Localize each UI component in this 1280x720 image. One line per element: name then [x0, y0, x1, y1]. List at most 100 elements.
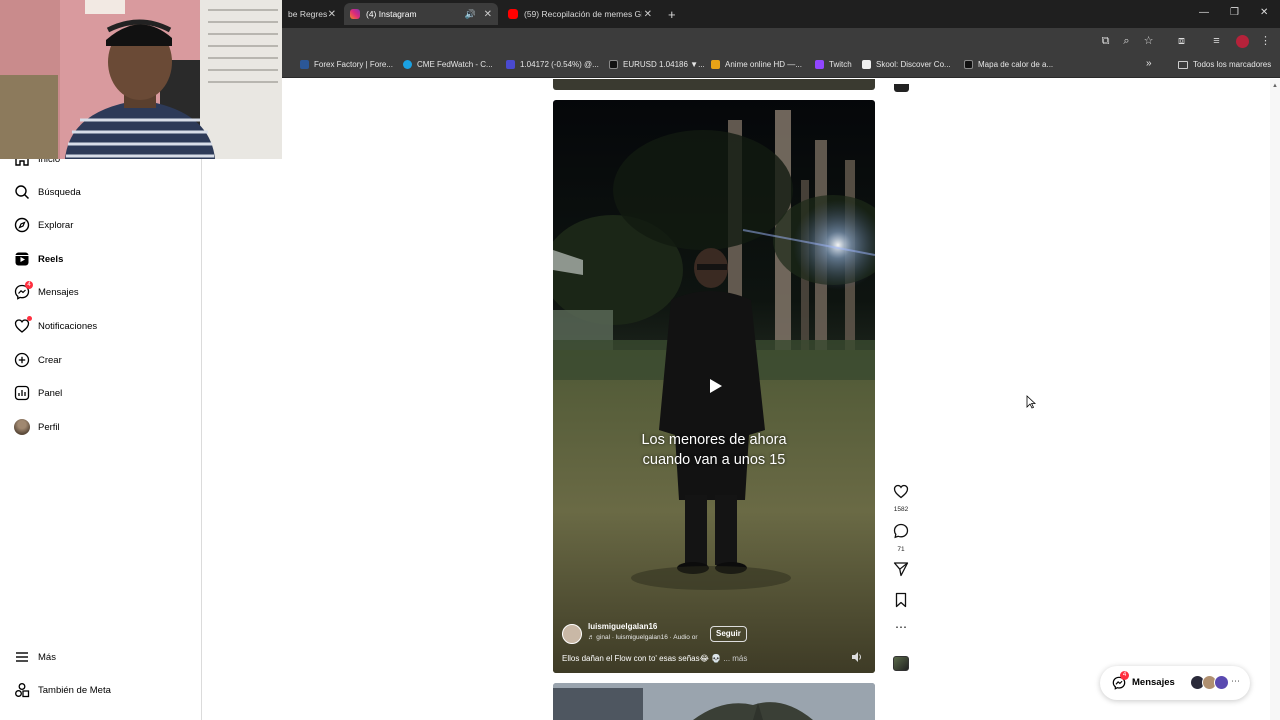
folder-icon [1178, 60, 1188, 69]
speaker-icon[interactable]: 🔊 [465, 9, 476, 20]
author-username[interactable]: luismiguelgalan16 [588, 622, 657, 631]
install-app-icon[interactable]: ⧉ [1099, 35, 1112, 48]
sidebar-item-panel[interactable]: Panel [14, 382, 62, 404]
share-button[interactable] [890, 561, 912, 582]
all-bookmarks-button[interactable]: Todos los marcadores [1178, 60, 1271, 69]
sidebar-item-crear[interactable]: Crear [14, 349, 62, 371]
bookmark-item[interactable]: 1.04172 (-0.54%) @... [506, 60, 599, 69]
heart-icon [14, 316, 32, 334]
media-control-icon[interactable]: ≡ [1210, 35, 1223, 48]
star-icon[interactable]: ☆ [1142, 35, 1155, 48]
search-icon [14, 184, 30, 200]
close-icon[interactable]: ✕ [328, 9, 336, 20]
heart-icon [893, 484, 909, 499]
sidebar-item-label: Más [38, 651, 56, 663]
play-icon [710, 379, 722, 393]
webcam-overlay [0, 0, 282, 159]
sidebar-item-explorar[interactable]: Explorar [14, 214, 73, 236]
tradingview-icon [609, 60, 618, 69]
more-options-button[interactable]: ⋯ [890, 621, 912, 633]
reel-description: Ellos dañan el Flow con to' esas señas😂 … [562, 654, 747, 663]
tab-label: (59) Recopilación de memes GI [524, 9, 642, 19]
reel-video[interactable]: Los menores de ahora cuando van a unos 1… [553, 100, 875, 673]
new-tab-button[interactable]: + [662, 3, 682, 25]
extensions-icon[interactable]: ⧈ [1175, 35, 1188, 48]
chart-icon [506, 60, 515, 69]
follow-button[interactable]: Seguir [710, 626, 747, 642]
kebab-menu-icon[interactable]: ⋮ [1259, 35, 1272, 48]
scroll-up-icon[interactable]: ▲ [1272, 83, 1278, 89]
minimize-icon[interactable]: — [1199, 7, 1209, 18]
bookmark-item[interactable]: Mapa de calor de a... [964, 60, 1053, 69]
bookmarks-overflow-button[interactable]: » [1146, 58, 1152, 69]
save-button[interactable] [890, 592, 912, 613]
bookmark-label: Twitch [829, 60, 852, 69]
previous-reel-edge[interactable] [553, 79, 875, 90]
restore-icon[interactable]: ❐ [1230, 7, 1239, 18]
skool-icon [862, 60, 871, 69]
sidebar-item-tambien-de-meta[interactable]: También de Meta [14, 679, 111, 701]
bookmark-label: Anime online HD —... [725, 60, 802, 69]
sidebar-item-notificaciones[interactable]: Notificaciones [14, 315, 97, 337]
bookmark-item[interactable]: EURUSD 1.04186 ▼... [609, 60, 705, 69]
previous-reel-audio-thumb[interactable] [890, 79, 912, 97]
tab-youtube[interactable]: (59) Recopilación de memes GI ✕ [502, 3, 658, 25]
close-icon[interactable]: ✕ [644, 9, 652, 20]
tab-instagram[interactable]: (4) Instagram 🔊 ✕ [344, 3, 498, 25]
bookmark-item[interactable]: Twitch [815, 60, 852, 69]
sidebar-item-mas[interactable]: Más [14, 646, 56, 668]
sidebar-item-perfil[interactable]: Perfil [14, 416, 60, 438]
tab-label: be Regres [288, 9, 328, 19]
mute-button[interactable] [851, 650, 863, 662]
sidebar: Inicio Búsqueda Explorar Reels 4 Mensaje… [0, 79, 202, 720]
bookmark-label: 1.04172 (-0.54%) @... [520, 60, 599, 69]
window-close-icon[interactable]: ✕ [1260, 7, 1268, 18]
bookmark-item[interactable]: Anime online HD —... [711, 60, 802, 69]
more-link[interactable]: ... más [723, 654, 747, 663]
sidebar-item-busqueda[interactable]: Búsqueda [14, 181, 81, 203]
sidebar-item-label: Notificaciones [38, 320, 98, 332]
chevrons-icon: » [1146, 58, 1152, 69]
next-reel-preview[interactable] [553, 683, 875, 720]
tab-youtube-partial[interactable]: be Regres ✕ [282, 3, 342, 25]
anime-icon [711, 60, 720, 69]
bookmark-item[interactable]: Skool: Discover Co... [862, 60, 951, 69]
menu-icon [14, 649, 30, 665]
play-button[interactable] [707, 378, 723, 394]
notification-dot [27, 316, 32, 321]
messages-pill-button[interactable]: 4 Mensajes ⋯ [1100, 666, 1250, 700]
comment-count: 71 [897, 546, 905, 553]
sidebar-item-label: Reels [38, 253, 64, 265]
bookmark-label: Mapa de calor de a... [978, 60, 1054, 69]
speaker-icon [852, 652, 861, 662]
messenger-icon: 4 [14, 281, 33, 300]
bookmark-item[interactable]: CME FedWatch - C... [403, 60, 493, 69]
sidebar-item-label: Búsqueda [38, 186, 81, 198]
youtube-icon [508, 9, 518, 19]
audio-track[interactable]: ♬ ginal · luismiguelgalan16 · Audio or [588, 634, 697, 641]
sidebar-item-label: También de Meta [38, 684, 111, 696]
bookmark-label: Skool: Discover Co... [876, 60, 951, 69]
sidebar-item-label: Crear [38, 354, 62, 366]
folder-icon [300, 60, 309, 69]
reel-overlay-text-line1: Los menores de ahora [641, 432, 787, 448]
sidebar-item-label: Panel [38, 387, 63, 399]
sidebar-item-label: Mensajes [38, 286, 79, 298]
avatar [1214, 675, 1229, 690]
sidebar-item-reels[interactable]: Reels [14, 248, 63, 270]
bookmark-item[interactable]: Forex Factory | Fore... [300, 60, 393, 69]
profile-avatar[interactable] [1236, 35, 1249, 48]
comment-button[interactable]: 71 [890, 523, 912, 553]
audio-page-thumb[interactable] [890, 656, 912, 676]
author-avatar[interactable] [562, 624, 582, 644]
bookmark-label: Todos los marcadores [1193, 60, 1272, 69]
compass-icon [14, 217, 30, 233]
zoom-icon[interactable]: ⌕ [1120, 35, 1133, 48]
like-button[interactable]: 1582 [890, 484, 912, 513]
messages-pill-label: Mensajes [1132, 677, 1175, 688]
meta-icon [14, 682, 30, 698]
sidebar-item-mensajes[interactable]: 4 Mensajes [14, 281, 79, 303]
close-icon[interactable]: ✕ [484, 9, 492, 20]
bookmark-label: Forex Factory | Fore... [314, 60, 393, 69]
page-scrollbar[interactable]: ▲ [1270, 79, 1280, 720]
